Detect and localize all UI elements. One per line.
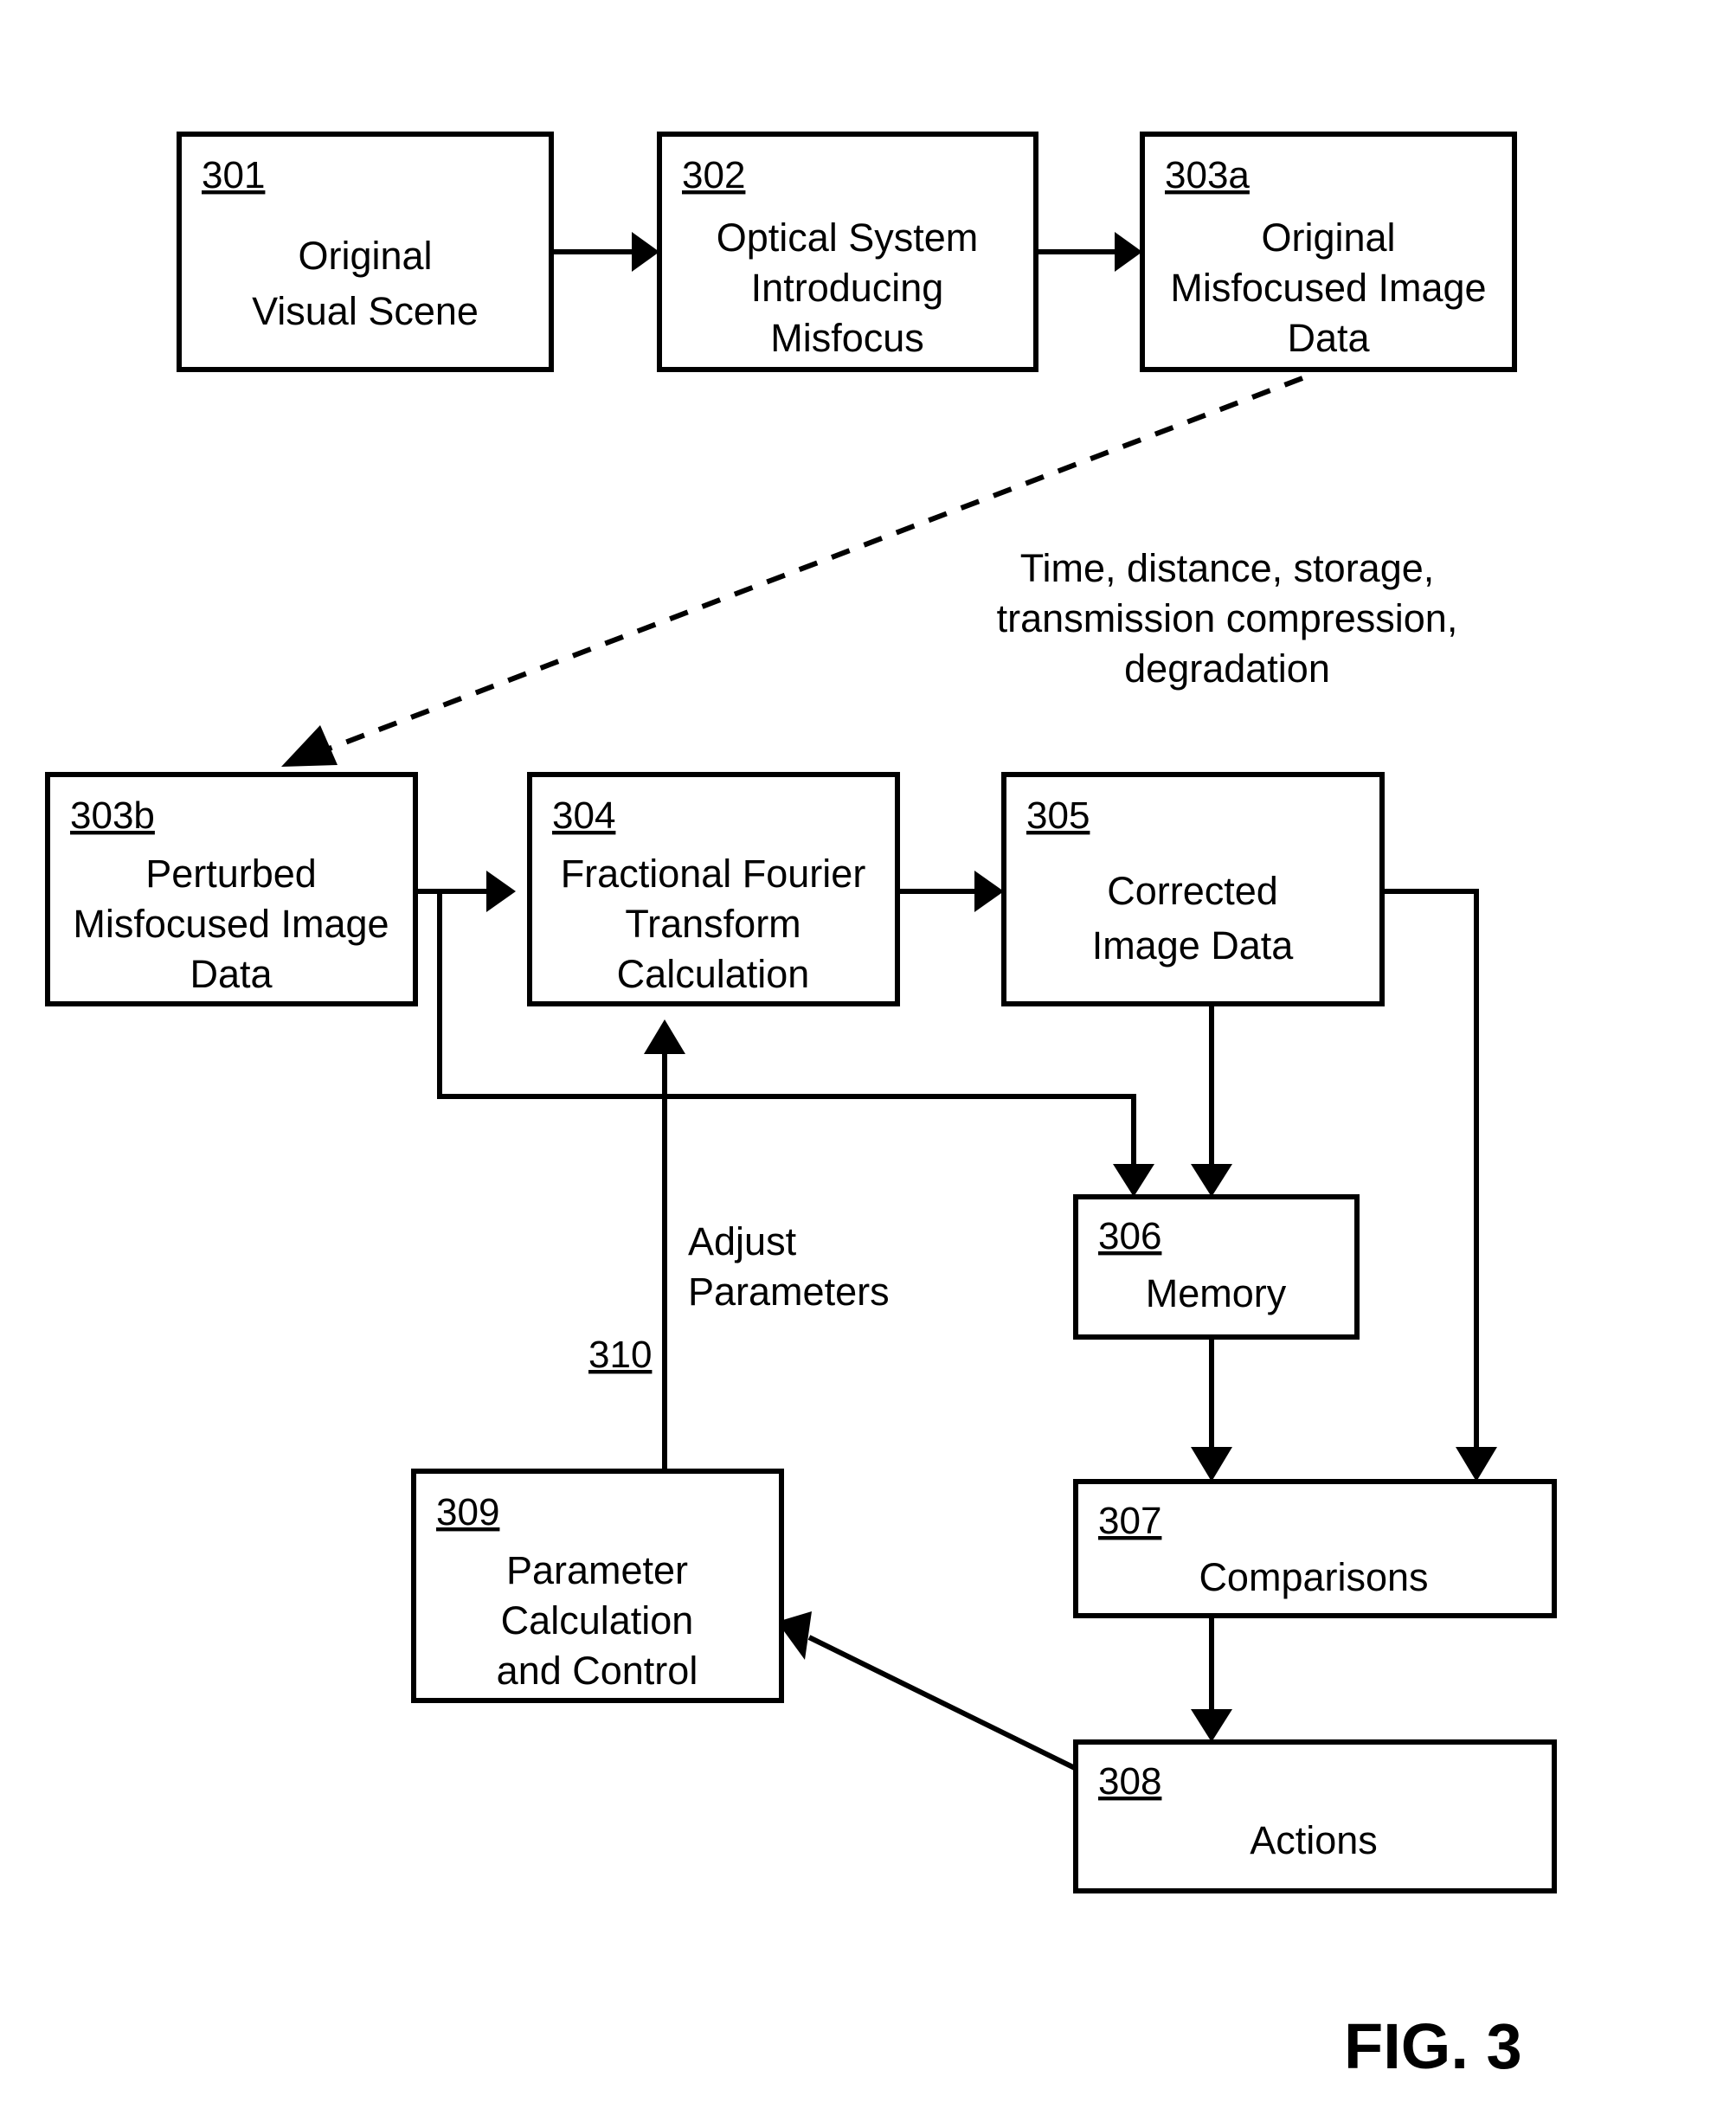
box-303a-line-1: Original [1261,215,1395,260]
box-303a-original-misfocused-image-data[interactable]: 303a Original Misfocused Image Data [1140,132,1517,372]
box-307-comparisons[interactable]: 307 Comparisons [1073,1479,1557,1618]
connector-303b-to-304 [415,871,516,912]
box-301-line-1: Original [298,234,432,278]
box-306-line-1: Memory [1146,1271,1287,1315]
box-302-line-3: Misfocus [770,316,924,360]
connector-307-to-308 [1191,1614,1232,1742]
box-303b-ref: 303b [70,794,155,837]
annotation-adjust-line-2: Parameters [688,1270,890,1314]
box-308-actions[interactable]: 308 Actions [1073,1739,1557,1893]
box-308-ref: 308 [1098,1760,1161,1803]
annotation-adjust-line-1: Adjust [688,1219,797,1263]
box-303b-line-2: Misfocused Image [73,902,389,946]
flow-diagram-canvas: 301 Original Visual Scene 302 Optical Sy… [45,132,1557,2082]
box-303a-line-3: Data [1287,316,1370,360]
connector-309-to-304-adjust [644,1019,685,1471]
patent-figure-root: 301 Original Visual Scene 302 Optical Sy… [0,0,1736,2128]
box-303b-line-1: Perturbed [145,852,317,896]
box-302-line-1: Optical System [717,215,979,260]
box-309-parameter-calculation-and-control[interactable]: 309 Parameter Calculation and Control [411,1469,784,1703]
connector-301-to-302 [551,232,659,272]
box-305-line-2: Image Data [1092,923,1295,968]
box-303b-line-3: Data [190,952,273,996]
box-309-line-1: Parameter [506,1548,688,1592]
box-303a-line-2: Misfocused Image [1170,266,1486,310]
connector-305-to-306 [1191,1004,1232,1197]
annotation-degradation-line-3: degradation [1124,646,1330,691]
box-301-ref: 301 [202,154,265,196]
box-307-line-1: Comparisons [1199,1555,1428,1599]
annotation-adjust-ref-310: 310 [588,1334,652,1376]
box-309-line-3: and Control [497,1649,698,1693]
annotation-degradation: Time, distance, storage, transmission co… [997,546,1458,691]
annotation-degradation-line-2: transmission compression, [997,596,1458,640]
box-302-line-2: Introducing [751,266,944,310]
connector-302-to-303a [1036,232,1142,272]
box-304-line-2: Transform [625,902,800,946]
box-307-ref: 307 [1098,1500,1161,1542]
box-301-original-visual-scene[interactable]: 301 Original Visual Scene [177,132,554,372]
box-303a-ref: 303a [1165,154,1250,196]
figure-caption: FIG. 3 [1344,2010,1522,2082]
box-302-ref: 302 [682,154,745,196]
box-301-line-2: Visual Scene [252,289,479,333]
box-308-line-1: Actions [1250,1818,1378,1862]
box-305-corrected-image-data[interactable]: 305 Corrected Image Data [1001,772,1385,1006]
box-304-line-3: Calculation [617,952,810,996]
connector-306-to-307 [1191,1337,1232,1482]
box-306-ref: 306 [1098,1215,1161,1257]
annotation-degradation-line-1: Time, distance, storage, [1020,546,1435,590]
annotation-adjust-parameters: Adjust Parameters 310 [588,1219,890,1376]
box-302-optical-system[interactable]: 302 Optical System Introducing Misfocus [657,132,1038,372]
box-309-ref: 309 [436,1491,499,1533]
connector-304-to-305 [897,871,1004,912]
box-305-line-1: Corrected [1107,869,1278,913]
box-309-line-2: Calculation [501,1598,694,1643]
box-305-ref: 305 [1026,794,1090,837]
connector-305-to-307 [1382,889,1497,1482]
box-306-memory[interactable]: 306 Memory [1073,1194,1360,1340]
connector-308-to-309 [777,1611,1082,1773]
box-304-ref: 304 [552,794,615,837]
box-303b-perturbed-misfocused-image-data[interactable]: 303b Perturbed Misfocused Image Data [45,772,418,1006]
box-304-fractional-fourier-transform-calculation[interactable]: 304 Fractional Fourier Transform Calcula… [527,772,900,1006]
box-304-line-1: Fractional Fourier [561,852,866,896]
